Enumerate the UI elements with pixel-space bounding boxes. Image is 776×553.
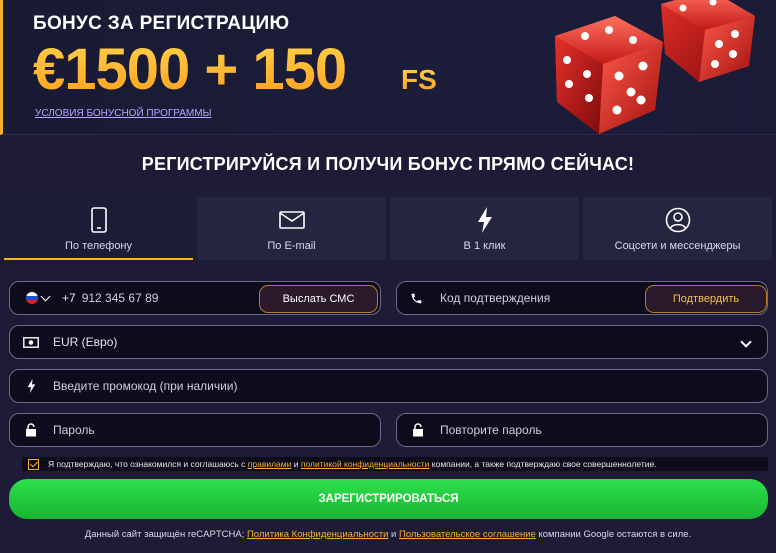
send-sms-button[interactable]: Выслать СМС: [259, 285, 378, 313]
phone-icon: [90, 207, 107, 233]
tab-email-label: По E-mail: [267, 240, 316, 252]
tab-one-click-label: В 1 клик: [463, 240, 506, 252]
currency-value: EUR (Евро): [53, 335, 118, 349]
promo-code-input[interactable]: Введите промокод (при наличии): [53, 379, 238, 393]
rules-link[interactable]: правилами: [248, 459, 292, 469]
lock-icon: [10, 423, 52, 437]
google-privacy-link[interactable]: Политика Конфиденциальности: [247, 529, 388, 540]
recaptcha-notice: Данный сайт защищён reCAPTCHA; Политика …: [0, 529, 776, 540]
agreement-text-part: Я подтверждаю, что ознакомился и соглаша…: [48, 459, 248, 469]
password-repeat-field[interactable]: Повторите пароль: [396, 413, 768, 447]
confirmation-code-input[interactable]: Код подтверждения: [440, 291, 550, 305]
tab-phone-label: По телефону: [64, 240, 133, 252]
agreement-text: Я подтверждаю, что ознакомился и соглаша…: [48, 459, 657, 469]
phone-input[interactable]: 912 345 67 89: [82, 291, 159, 305]
recaptcha-text-part: и: [388, 529, 399, 540]
tab-social-label: Соцсети и мессенджеры: [614, 240, 741, 252]
phone-prefix: +7: [62, 291, 76, 305]
tab-social[interactable]: Соцсети и мессенджеры: [583, 197, 772, 260]
tab-phone[interactable]: По телефону: [4, 197, 193, 260]
password-repeat-input[interactable]: Повторите пароль: [440, 423, 542, 437]
tab-one-click[interactable]: В 1 клик: [390, 197, 579, 260]
agreement-text-part: компании, а также подтверждаю свое совер…: [429, 459, 657, 469]
google-terms-link[interactable]: Пользовательское соглашение: [399, 529, 536, 540]
bonus-banner: БОНУС ЗА РЕГИСТРАЦИЮ €1500 + 150 FS УСЛО…: [0, 0, 776, 135]
envelope-icon: [278, 207, 305, 233]
agreement-row: Я подтверждаю, что ознакомился и соглаша…: [22, 457, 768, 471]
bonus-terms-link[interactable]: УСЛОВИЯ БОНУСНОЙ ПРОГРАММЫ: [35, 108, 211, 119]
agreement-checkbox[interactable]: [28, 458, 39, 470]
agreement-text-part: и: [291, 459, 301, 469]
lightning-icon: [477, 207, 493, 233]
password-field[interactable]: Пароль: [9, 413, 381, 447]
phone-handset-icon: [397, 292, 435, 305]
registration-heading: РЕГИСТРИРУЙСЯ И ПОЛУЧИ БОНУС ПРЯМО СЕЙЧА…: [141, 154, 635, 174]
currency-select[interactable]: EUR (Евро): [9, 325, 768, 359]
recaptcha-text-part: Данный сайт защищён reCAPTCHA;: [84, 529, 247, 540]
red-dice-image: [555, 0, 755, 134]
chevron-down-icon: [40, 291, 51, 302]
user-circle-icon: [665, 207, 691, 233]
banknote-icon: [10, 336, 52, 348]
password-input[interactable]: Пароль: [53, 423, 95, 437]
country-selector[interactable]: [26, 291, 51, 304]
russia-flag-icon: [26, 292, 38, 304]
lock-icon: [397, 423, 439, 437]
recaptcha-text-part: компании Google остаются в силе.: [535, 529, 692, 540]
confirmation-code-field[interactable]: Код подтверждения Подтвердить: [396, 281, 768, 315]
register-button[interactable]: ЗАРЕГИСТРИРОВАТЬСЯ: [9, 479, 768, 519]
phone-field[interactable]: +7 912 345 67 89 Выслать СМС: [9, 281, 381, 315]
tab-email[interactable]: По E-mail: [197, 197, 386, 260]
confirm-button[interactable]: Подтвердить: [645, 285, 767, 313]
registration-tabs: По телефону По E-mail В 1 клик Соцсети и…: [4, 197, 772, 260]
promo-code-field[interactable]: Введите промокод (при наличии): [9, 369, 768, 403]
banner-title: БОНУС ЗА РЕГИСТРАЦИЮ: [33, 13, 290, 34]
chevron-down-icon: [740, 336, 752, 348]
lightning-icon: [10, 379, 52, 393]
privacy-policy-link[interactable]: политикой конфиденциальности: [301, 459, 430, 469]
bonus-amount: €1500 + 150: [33, 37, 347, 102]
free-spins-label: FS: [401, 64, 437, 95]
